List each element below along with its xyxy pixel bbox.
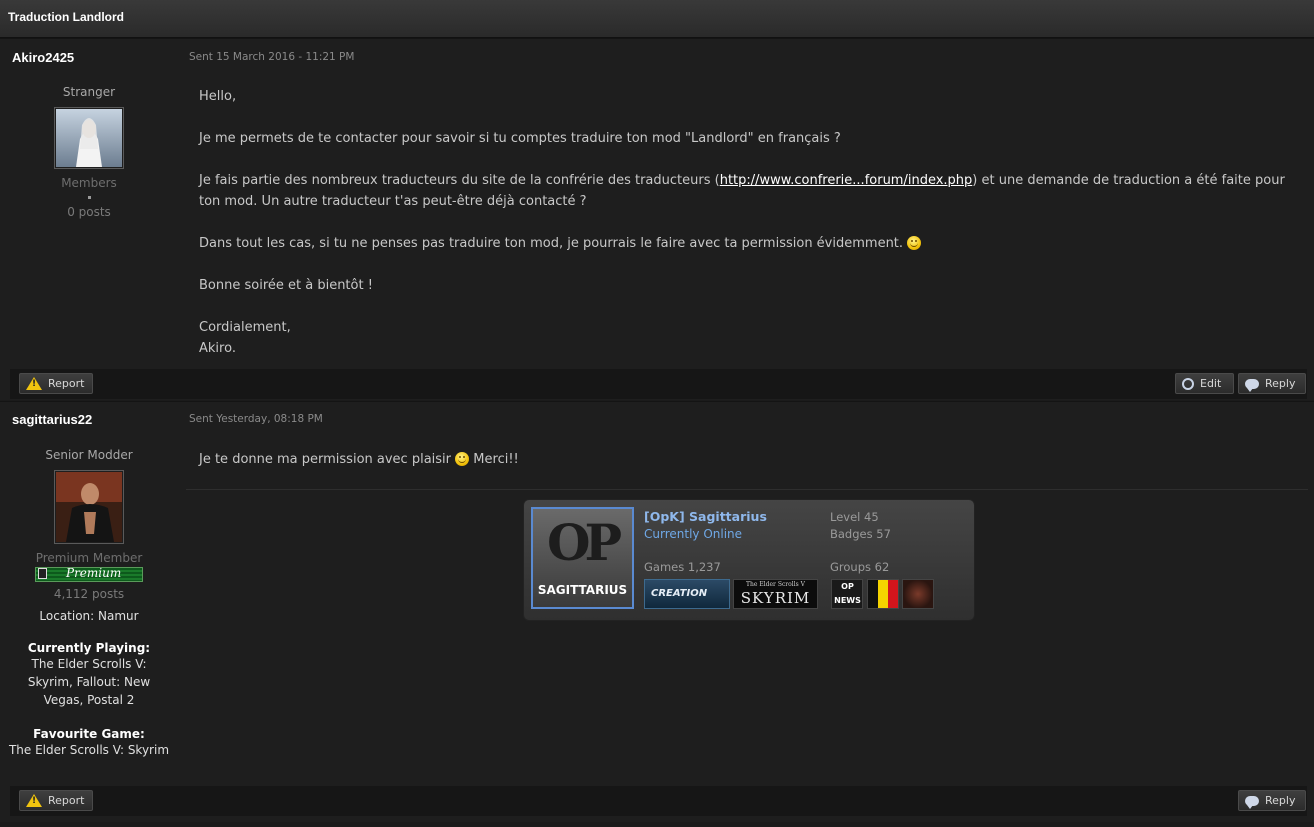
post-1: Akiro2425 Sent 15 March 2016 - 11:21 PM … xyxy=(0,38,1314,400)
author-post-count: 0 posts xyxy=(67,205,111,219)
post-paragraph: Cordialement, Akiro. xyxy=(199,317,1294,359)
button-label: Edit xyxy=(1200,377,1222,390)
signature-divider xyxy=(186,489,1308,490)
post-author[interactable]: Akiro2425 xyxy=(12,50,74,65)
message-text: Je te donne ma permission avec plaisir xyxy=(199,452,452,467)
edit-icon xyxy=(1182,377,1194,390)
author-post-count: 4,112 posts xyxy=(53,587,125,601)
report-button[interactable]: Report xyxy=(19,373,93,394)
tile-label: OP NEWS xyxy=(834,582,861,605)
post-date: Sent Yesterday, 08:18 PM xyxy=(189,413,323,425)
author-sidebar: Senior Modder Premium Member Premium 4,1… xyxy=(0,448,178,759)
post-date: Sent 15 March 2016 - 11:21 PM xyxy=(189,51,355,63)
speech-bubble-icon xyxy=(1245,795,1259,809)
report-button[interactable]: Report xyxy=(19,790,93,811)
author-location: Location: Namur xyxy=(39,609,139,623)
post-paragraph: Dans tout les cas, si tu ne penses pas t… xyxy=(199,233,1294,254)
post-body: Je te donne ma permission avec plaisir M… xyxy=(199,449,1294,470)
paragraph-text: Akiro. xyxy=(199,341,236,356)
post-body: Hello, Je me permets de te contacter pou… xyxy=(199,86,1294,380)
group-tile-belgium-flag[interactable] xyxy=(867,579,899,609)
reply-button[interactable]: Reply xyxy=(1238,373,1306,394)
steam-groups: Groups 62 xyxy=(830,560,890,574)
rank-pip-icon xyxy=(87,196,91,199)
button-label: Reply xyxy=(1265,377,1296,390)
premium-badge: Premium xyxy=(35,566,143,582)
speech-bubble-icon xyxy=(1245,378,1259,392)
steam-status: Currently Online xyxy=(644,527,743,541)
topic-title: Traduction Landlord xyxy=(8,10,124,24)
button-label: Reply xyxy=(1265,794,1296,807)
currently-playing-value: The Elder Scrolls V: Skyrim, Fallout: Ne… xyxy=(27,657,151,707)
avatar[interactable] xyxy=(54,470,124,544)
currently-playing-label: Currently Playing: xyxy=(27,641,151,655)
favourite-game-value: The Elder Scrolls V: Skyrim xyxy=(8,743,170,757)
post-paragraph: Je me permets de te contacter pour savoi… xyxy=(199,131,841,146)
smiley-icon xyxy=(455,452,470,466)
post-paragraph: Hello, xyxy=(199,89,237,104)
paragraph-text: Je fais partie des nombreux traducteurs … xyxy=(199,173,720,188)
badge-label: Premium xyxy=(66,566,122,580)
post-controls: Report Edit Reply xyxy=(10,369,1307,399)
avatar[interactable] xyxy=(54,107,124,169)
post-author[interactable]: sagittarius22 xyxy=(12,412,92,427)
paragraph-text: Cordialement, xyxy=(199,320,291,335)
reply-button[interactable]: Reply xyxy=(1238,790,1306,811)
button-label: Report xyxy=(48,794,85,807)
confrerie-link[interactable]: http://www.confrerie...forum/index.php xyxy=(720,173,973,188)
steam-badges: Badges 57 xyxy=(830,527,891,541)
paragraph-text: Dans tout les cas, si tu ne penses pas t… xyxy=(199,236,904,251)
post-paragraph: Bonne soirée et à bientôt ! xyxy=(199,278,373,293)
author-rank: Senior Modder xyxy=(45,448,133,462)
tile-label: SKYRIM xyxy=(740,589,811,607)
smiley-icon xyxy=(907,236,922,250)
warning-icon xyxy=(26,794,42,807)
avatar-caption: SAGITTARIUS xyxy=(537,583,628,597)
button-label: Report xyxy=(48,377,85,390)
author-rank: Stranger xyxy=(62,85,116,99)
edit-button[interactable]: Edit xyxy=(1175,373,1234,394)
game-tile-creation[interactable]: CREATION xyxy=(644,579,730,609)
author-sidebar: Stranger Members 0 posts xyxy=(0,85,178,219)
author-group: Members xyxy=(61,176,117,190)
op-logo: OP xyxy=(547,513,622,572)
steam-games: Games 1,237 xyxy=(644,560,721,574)
steam-name[interactable]: [OpK] Sagittarius xyxy=(644,509,767,524)
tile-label: CREATION xyxy=(651,588,708,599)
steam-avatar[interactable]: OP SAGITTARIUS xyxy=(531,507,634,609)
steam-level: Level 45 xyxy=(830,510,879,524)
group-tile-op-news[interactable]: OP NEWS xyxy=(831,579,863,609)
post-paragraph: Je fais partie des nombreux traducteurs … xyxy=(199,170,1294,212)
skull-icon xyxy=(38,568,47,579)
favourite-game-label: Favourite Game: xyxy=(33,727,145,741)
topic-titlebar: Traduction Landlord xyxy=(0,0,1314,38)
tile-sublabel: The Elder Scrolls V xyxy=(746,581,805,588)
steam-profile-card[interactable]: OP SAGITTARIUS [OpK] Sagittarius Current… xyxy=(523,499,975,621)
message-text: Merci!! xyxy=(473,452,519,467)
author-group: Premium Member xyxy=(35,551,143,565)
post-controls: Report Reply xyxy=(10,786,1307,816)
group-tile-art[interactable] xyxy=(902,579,934,609)
game-tile-skyrim[interactable]: The Elder Scrolls V SKYRIM xyxy=(733,579,818,609)
warning-icon xyxy=(26,377,42,390)
